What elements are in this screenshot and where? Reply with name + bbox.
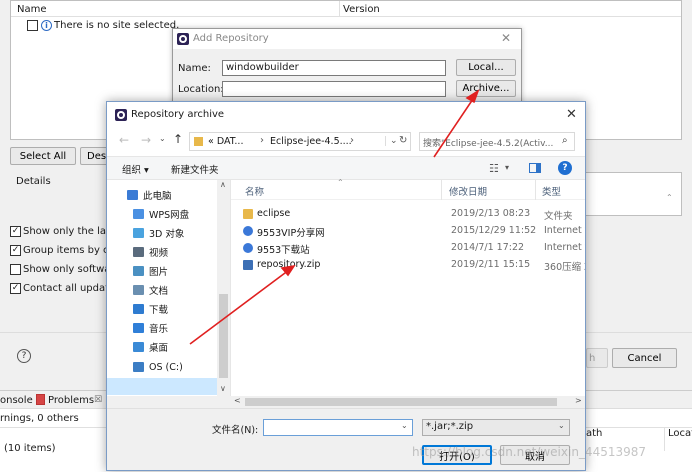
watermark: https://blog.csdn.net/weixin_44513987 xyxy=(412,445,647,459)
arrowhead xyxy=(465,89,480,104)
arrow-to-repository-zip xyxy=(189,269,290,345)
arrow-to-archive-button xyxy=(433,95,476,158)
annotation-arrows xyxy=(189,89,480,345)
